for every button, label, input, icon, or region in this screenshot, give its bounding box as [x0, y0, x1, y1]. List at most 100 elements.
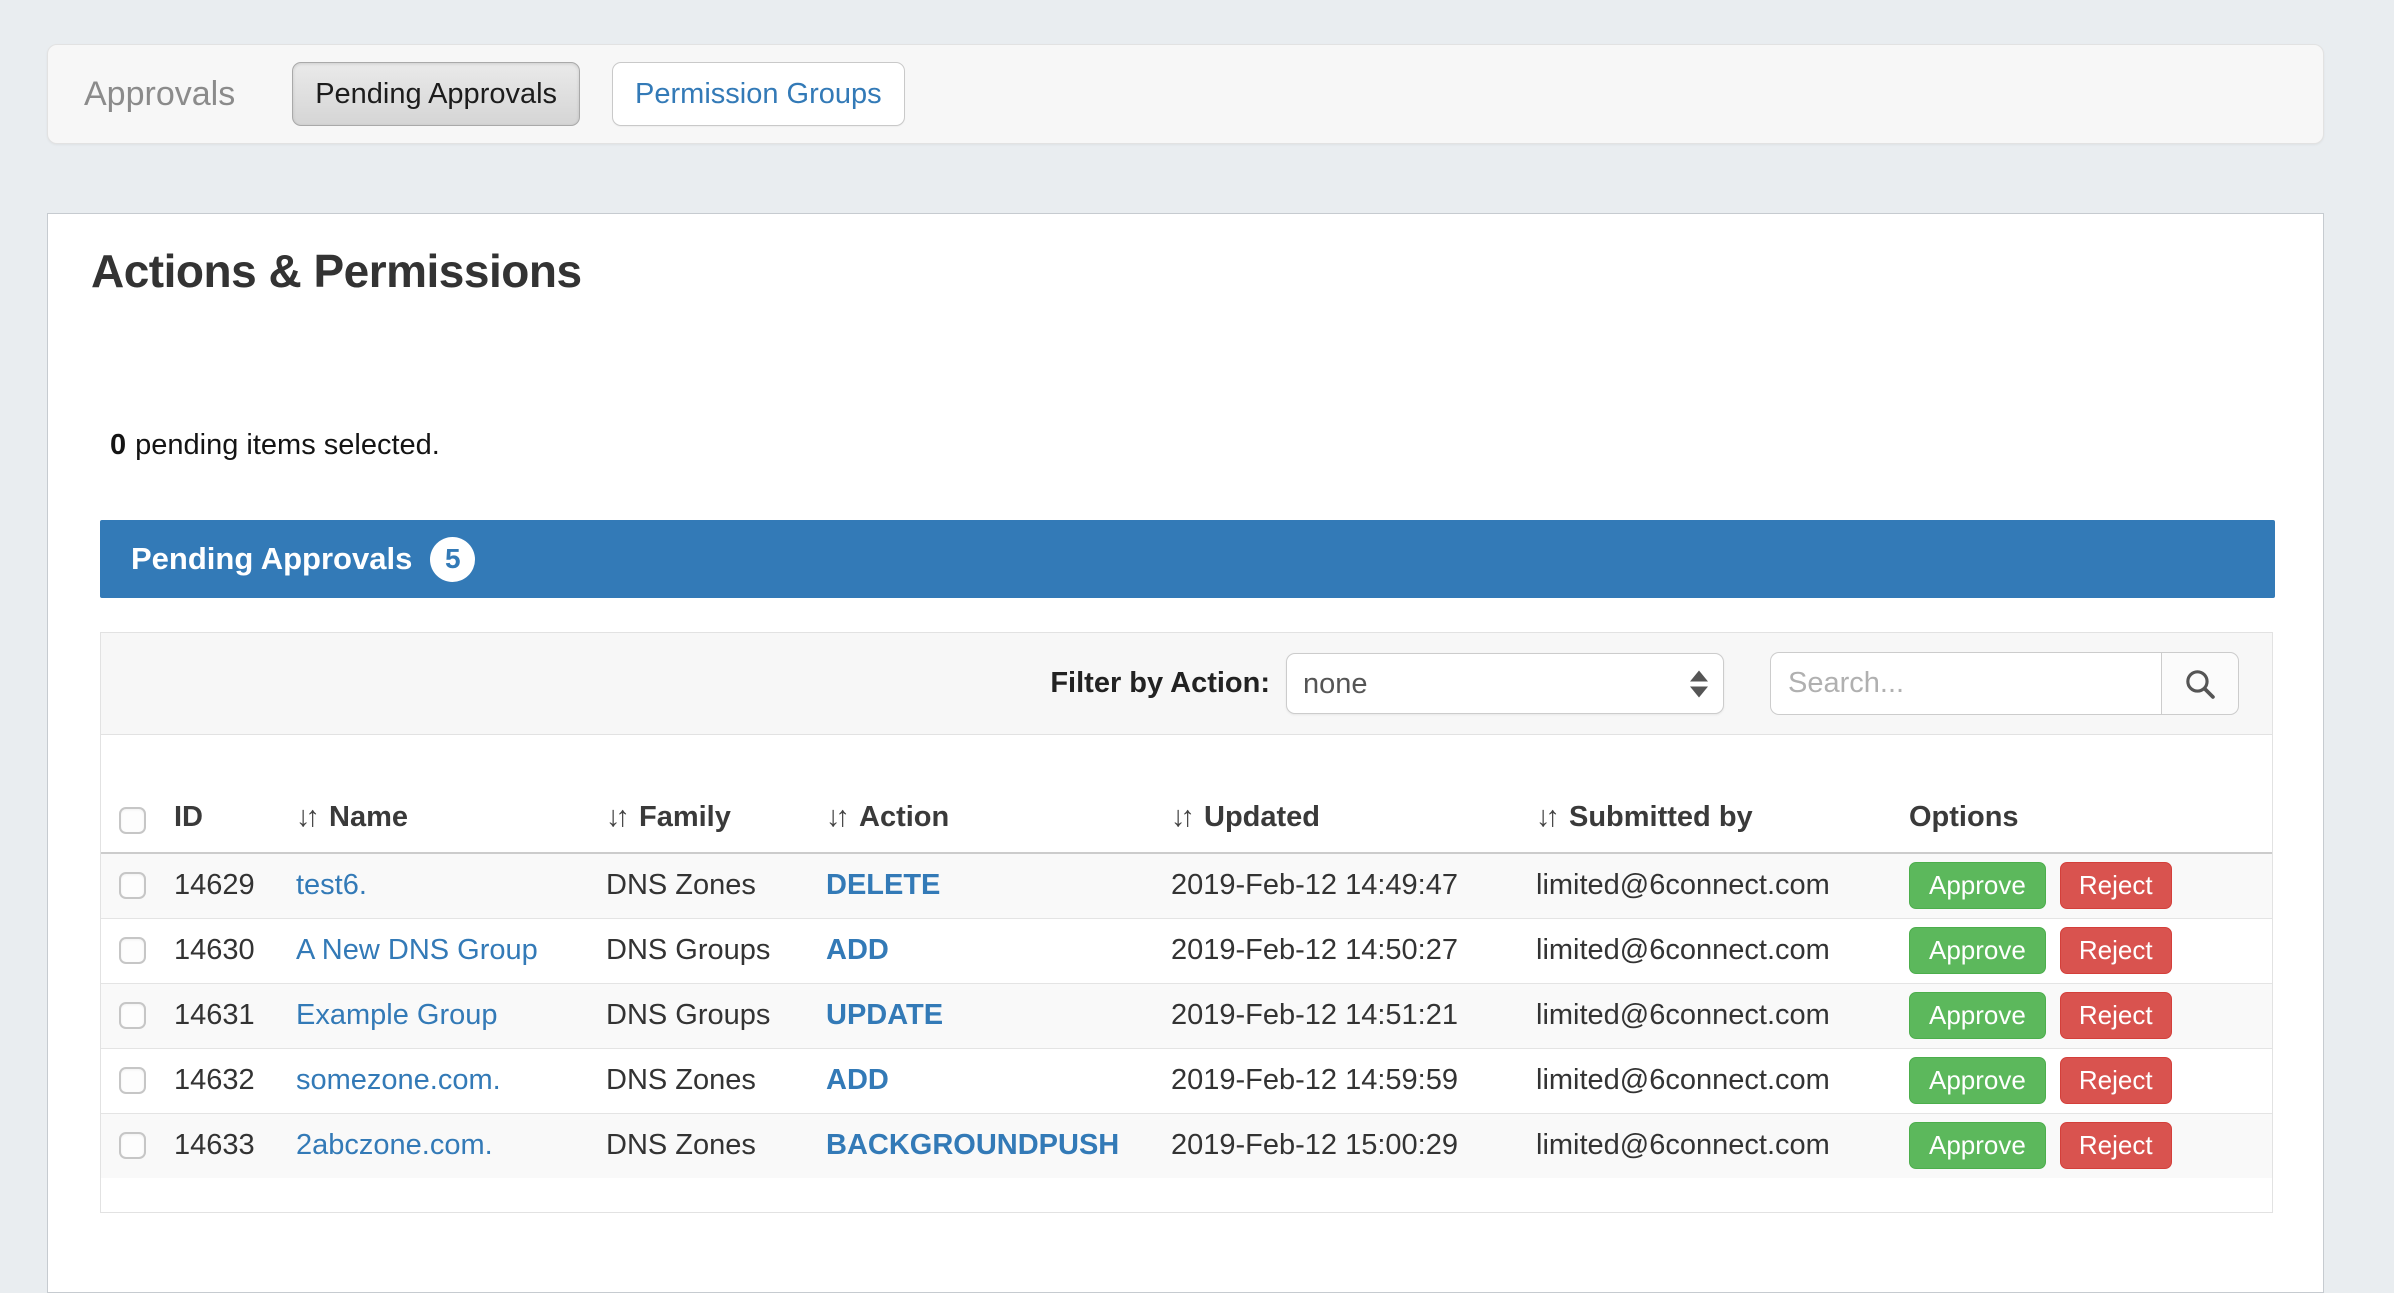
row-action-link[interactable]: ADD	[826, 934, 889, 966]
row-updated: 2019-Feb-12 14:50:27	[1171, 918, 1536, 983]
action-select-wrap: none	[1286, 653, 1724, 714]
col-header-action[interactable]: ↓↑Action	[826, 735, 1171, 853]
approve-button[interactable]: Approve	[1909, 992, 2046, 1039]
row-action-cell: ADD	[826, 1048, 1171, 1113]
row-name-link[interactable]: 2abczone.com.	[296, 1129, 493, 1161]
row-submitted-by: limited@6connect.com	[1536, 918, 1909, 983]
reject-button[interactable]: Reject	[2060, 862, 2172, 909]
approvals-table-container: ID ↓↑Name ↓↑Family ↓↑Action ↓↑Updated ↓↑…	[100, 735, 2273, 1213]
reject-button[interactable]: Reject	[2060, 1057, 2172, 1104]
row-name-link[interactable]: test6.	[296, 869, 367, 901]
row-id: 14631	[156, 983, 296, 1048]
sort-icon[interactable]: ↓↑	[296, 801, 315, 833]
col-header-updated[interactable]: ↓↑Updated	[1171, 735, 1536, 853]
table-row: 14632 somezone.com. DNS Zones ADD 2019-F…	[101, 1048, 2272, 1113]
main-panel: Actions & Permissions 0pending items sel…	[47, 213, 2324, 1293]
page-title: Actions & Permissions	[91, 244, 582, 298]
search-input[interactable]	[1770, 652, 2161, 715]
row-updated: 2019-Feb-12 14:49:47	[1171, 853, 1536, 918]
row-submitted-by: limited@6connect.com	[1536, 983, 1909, 1048]
reject-button[interactable]: Reject	[2060, 992, 2172, 1039]
table-header-row: ID ↓↑Name ↓↑Family ↓↑Action ↓↑Updated ↓↑…	[101, 735, 2272, 853]
row-action-link[interactable]: DELETE	[826, 869, 940, 901]
row-family: DNS Zones	[606, 853, 826, 918]
sort-icon[interactable]: ↓↑	[826, 801, 845, 833]
row-name-cell: test6.	[296, 853, 606, 918]
row-checkbox[interactable]	[119, 872, 146, 899]
tab-permission-groups[interactable]: Permission Groups	[612, 62, 905, 126]
row-id: 14629	[156, 853, 296, 918]
col-header-submitted-by[interactable]: ↓↑Submitted by	[1536, 735, 1909, 853]
row-action-link[interactable]: ADD	[826, 1064, 889, 1096]
row-action-cell: DELETE	[826, 853, 1171, 918]
approve-button[interactable]: Approve	[1909, 1122, 2046, 1169]
row-action-cell: BACKGROUNDPUSH	[826, 1113, 1171, 1178]
sort-icon[interactable]: ↓↑	[1171, 801, 1190, 833]
tab-pending-approvals[interactable]: Pending Approvals	[292, 62, 580, 126]
toolbar: Approvals Pending Approvals Permission G…	[47, 44, 2324, 144]
pending-selected-summary: 0pending items selected.	[110, 429, 440, 462]
approvals-table-body: 14629 test6. DNS Zones DELETE 2019-Feb-1…	[101, 853, 2272, 1178]
pending-approvals-header: Pending Approvals 5	[100, 520, 2275, 598]
sort-icon[interactable]: ↓↑	[606, 801, 625, 833]
row-checkbox[interactable]	[119, 1067, 146, 1094]
col-header-options: Options	[1909, 735, 2272, 853]
row-updated: 2019-Feb-12 15:00:29	[1171, 1113, 1536, 1178]
row-id: 14632	[156, 1048, 296, 1113]
row-id: 14630	[156, 918, 296, 983]
approve-button[interactable]: Approve	[1909, 927, 2046, 974]
row-name-link[interactable]: A New DNS Group	[296, 934, 538, 966]
selected-count: 0	[110, 429, 126, 461]
select-all-cell	[101, 735, 156, 853]
table-row: 14633 2abczone.com. DNS Zones BACKGROUND…	[101, 1113, 2272, 1178]
row-options-cell: Approve Reject	[1909, 918, 2272, 983]
toolbar-title: Approvals	[84, 75, 235, 114]
row-action-cell: ADD	[826, 918, 1171, 983]
row-select-cell	[101, 983, 156, 1048]
select-all-checkbox[interactable]	[119, 807, 146, 834]
row-checkbox[interactable]	[119, 1002, 146, 1029]
col-header-family[interactable]: ↓↑Family	[606, 735, 826, 853]
section-title: Pending Approvals	[131, 541, 412, 577]
row-updated: 2019-Feb-12 14:51:21	[1171, 983, 1536, 1048]
row-name-link[interactable]: Example Group	[296, 999, 498, 1031]
table-row: 14630 A New DNS Group DNS Groups ADD 201…	[101, 918, 2272, 983]
search-icon	[2182, 666, 2218, 702]
row-name-link[interactable]: somezone.com.	[296, 1064, 501, 1096]
row-options-cell: Approve Reject	[1909, 1113, 2272, 1178]
row-submitted-by: limited@6connect.com	[1536, 1048, 1909, 1113]
row-options-cell: Approve Reject	[1909, 853, 2272, 918]
row-action-cell: UPDATE	[826, 983, 1171, 1048]
approvals-table: ID ↓↑Name ↓↑Family ↓↑Action ↓↑Updated ↓↑…	[101, 735, 2272, 1178]
filter-by-action-label: Filter by Action:	[1050, 667, 1270, 700]
table-row: 14629 test6. DNS Zones DELETE 2019-Feb-1…	[101, 853, 2272, 918]
col-header-id: ID	[156, 735, 296, 853]
sort-icon[interactable]: ↓↑	[1536, 801, 1555, 833]
search-button[interactable]	[2161, 652, 2239, 715]
row-family: DNS Groups	[606, 918, 826, 983]
row-select-cell	[101, 1048, 156, 1113]
approve-button[interactable]: Approve	[1909, 862, 2046, 909]
row-action-link[interactable]: BACKGROUNDPUSH	[826, 1129, 1119, 1161]
row-checkbox[interactable]	[119, 937, 146, 964]
row-name-cell: Example Group	[296, 983, 606, 1048]
row-checkbox[interactable]	[119, 1132, 146, 1159]
filter-bar: Filter by Action: none	[100, 632, 2273, 735]
action-filter-select[interactable]: none	[1286, 653, 1724, 714]
row-submitted-by: limited@6connect.com	[1536, 1113, 1909, 1178]
reject-button[interactable]: Reject	[2060, 1122, 2172, 1169]
col-header-name[interactable]: ↓↑Name	[296, 735, 606, 853]
row-family: DNS Groups	[606, 983, 826, 1048]
row-family: DNS Zones	[606, 1048, 826, 1113]
reject-button[interactable]: Reject	[2060, 927, 2172, 974]
row-select-cell	[101, 1113, 156, 1178]
row-options-cell: Approve Reject	[1909, 1048, 2272, 1113]
row-family: DNS Zones	[606, 1113, 826, 1178]
approve-button[interactable]: Approve	[1909, 1057, 2046, 1104]
row-name-cell: somezone.com.	[296, 1048, 606, 1113]
row-name-cell: A New DNS Group	[296, 918, 606, 983]
search-group	[1770, 652, 2239, 715]
row-select-cell	[101, 853, 156, 918]
row-submitted-by: limited@6connect.com	[1536, 853, 1909, 918]
row-action-link[interactable]: UPDATE	[826, 999, 943, 1031]
